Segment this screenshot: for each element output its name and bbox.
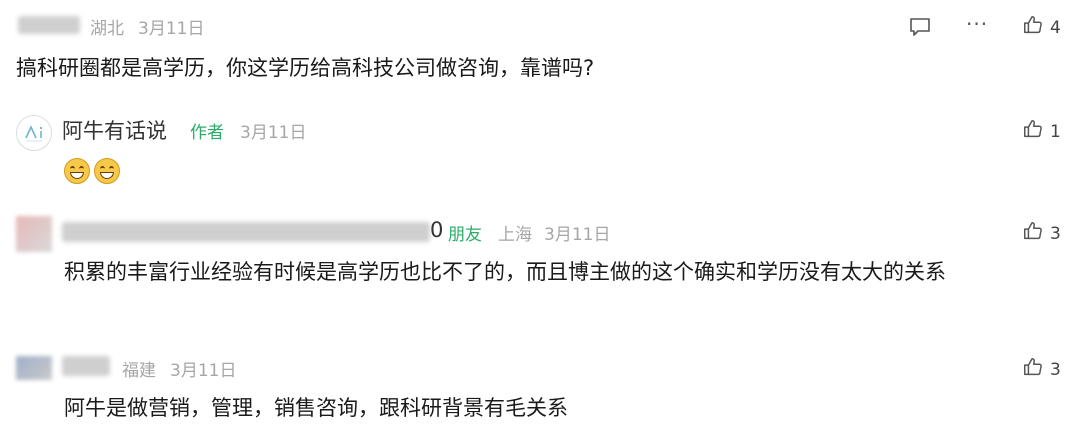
like-count: 4: [1050, 17, 1061, 38]
comment-text: 搞科研圈都是高学历，你这学历给高科技公司做咨询，靠谱吗?: [16, 56, 595, 80]
comment-location: 福建: [122, 361, 156, 381]
blurred-username: [18, 16, 80, 34]
avatar[interactable]: [16, 216, 52, 252]
grinning-face-icon: [94, 158, 120, 184]
like-count: 3: [1050, 359, 1061, 380]
comment-text: 阿牛是做营销，管理，销售咨询，跟科研背景有毛关系: [64, 396, 568, 420]
thumbs-up-icon: [1022, 220, 1044, 247]
comment-date: 3月11日: [544, 225, 611, 245]
comment-location: 湖北: [90, 19, 124, 39]
avatar[interactable]: [16, 356, 52, 380]
blurred-username: [62, 356, 110, 376]
more-options-button[interactable]: ···: [966, 12, 988, 36]
grinning-face-icon: [64, 158, 90, 184]
like-button[interactable]: 4: [1022, 14, 1061, 41]
comment-date: 3月11日: [170, 361, 237, 381]
comment-icon[interactable]: [908, 16, 932, 38]
thumbs-up-icon: [1022, 118, 1044, 145]
like-button[interactable]: 1: [1022, 118, 1061, 145]
like-button[interactable]: 3: [1022, 356, 1061, 383]
like-count: 1: [1050, 121, 1061, 142]
author-logo-icon: [16, 115, 52, 151]
thumbs-up-icon: [1022, 356, 1044, 383]
author-tag: 作者: [190, 123, 224, 143]
comment-location: 上海: [498, 225, 532, 245]
author-name[interactable]: 阿牛有话说: [62, 115, 167, 145]
comment-date: 3月11日: [138, 19, 205, 39]
blurred-username: [62, 222, 430, 242]
like-count: 3: [1050, 223, 1061, 244]
emoji-row: [64, 158, 124, 188]
friend-tag: 朋友: [448, 225, 482, 245]
comment-text: 积累的丰富行业经验有时候是高学历也比不了的，而且博主做的这个确实和学历没有太大的…: [64, 260, 946, 284]
thumbs-up-icon: [1022, 14, 1044, 41]
comment-date: 3月11日: [240, 123, 307, 143]
like-button[interactable]: 3: [1022, 220, 1061, 247]
username-tail: 0: [430, 218, 444, 242]
